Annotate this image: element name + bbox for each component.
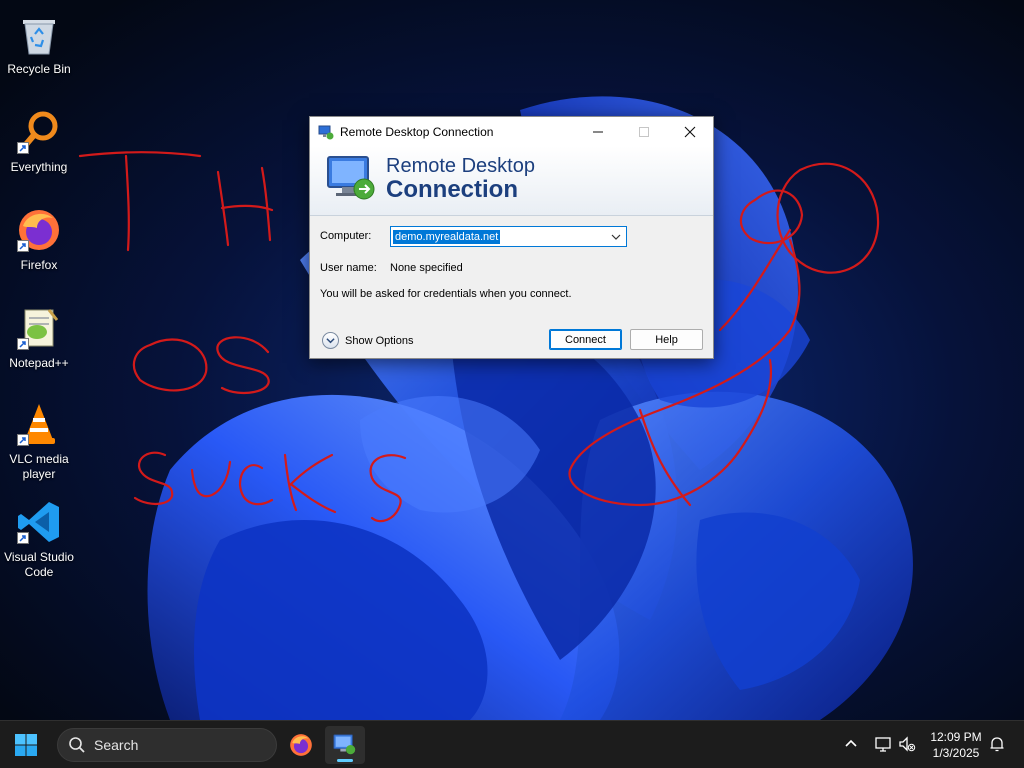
clock-date: 1/3/2025 xyxy=(932,746,980,760)
banner-title-line2: Connection xyxy=(386,176,518,203)
rdc-form: Computer: demo.myrealdata.net User name:… xyxy=(310,216,713,359)
desktop-icon-label: Visual Studio Code xyxy=(4,550,74,579)
running-indicator xyxy=(337,759,353,762)
minimize-button[interactable] xyxy=(575,117,621,146)
network-icon xyxy=(875,737,891,752)
desktop-icon-label: Firefox xyxy=(20,258,58,272)
computer-input-value[interactable]: demo.myrealdata.net xyxy=(393,229,501,244)
network-status-button[interactable] xyxy=(872,733,894,755)
windows-start-button[interactable] xyxy=(14,733,38,757)
notifications-button[interactable] xyxy=(986,733,1008,755)
vlc-icon xyxy=(15,400,63,448)
taskbar-search-box[interactable]: Search xyxy=(57,728,277,762)
username-label: User name: xyxy=(320,262,377,274)
rdc-banner: Remote Desktop Connection xyxy=(310,146,713,216)
close-button[interactable] xyxy=(667,117,713,146)
remote-desktop-connection-window: Remote Desktop Connection Remote Desktop… xyxy=(309,116,714,359)
remote-desktop-app-icon xyxy=(318,125,334,139)
desktop-wallpaper xyxy=(0,0,1024,720)
desktop-icon-firefox[interactable]: Firefox xyxy=(2,202,76,294)
banner-title-line1: Remote Desktop xyxy=(386,155,535,177)
desktop-icon-recycle-bin[interactable]: Recycle Bin xyxy=(2,6,76,98)
minimize-icon xyxy=(593,131,603,132)
notepad-plus-plus-icon xyxy=(15,304,63,352)
desktop-icon-label: Notepad++ xyxy=(9,356,69,370)
firefox-icon xyxy=(15,206,63,254)
maximize-button xyxy=(621,117,667,146)
bell-icon xyxy=(990,737,1004,752)
taskbar: Search 12:09 PM 1/3/2025 xyxy=(0,720,1024,768)
clock-time: 12:09 PM xyxy=(930,730,982,744)
desktop-icon-vlc[interactable]: VLC media player xyxy=(2,396,76,488)
shortcut-arrow-icon xyxy=(17,142,29,154)
chevron-down-icon[interactable] xyxy=(611,232,621,242)
speaker-muted-icon xyxy=(899,736,916,752)
everything-search-icon xyxy=(15,108,63,156)
connect-button[interactable]: Connect xyxy=(549,329,622,350)
expand-options-icon xyxy=(322,332,339,349)
desktop-icon-label: Recycle Bin xyxy=(7,62,71,76)
credentials-notice: You will be asked for credentials when y… xyxy=(320,288,572,300)
username-value: None specified xyxy=(390,262,463,274)
computer-label: Computer: xyxy=(320,230,372,242)
shortcut-arrow-icon xyxy=(17,532,29,544)
vscode-icon xyxy=(15,498,63,546)
help-button[interactable]: Help xyxy=(630,329,703,350)
taskbar-firefox-button[interactable] xyxy=(281,726,321,764)
show-hidden-icons-button[interactable] xyxy=(840,733,862,755)
shortcut-arrow-icon xyxy=(17,434,29,446)
desktop-icon-label: Everything xyxy=(10,160,68,174)
shortcut-arrow-icon xyxy=(17,338,29,350)
show-options-toggle[interactable]: Show Options xyxy=(322,332,413,349)
window-titlebar[interactable]: Remote Desktop Connection xyxy=(310,117,713,146)
show-options-label: Show Options xyxy=(345,334,414,347)
desktop-icon-vscode[interactable]: Visual Studio Code xyxy=(2,494,76,586)
close-icon xyxy=(684,126,696,137)
recycle-bin-icon xyxy=(15,10,63,58)
desktop-icon-label: VLC media player xyxy=(9,452,69,481)
remote-desktop-monitor-icon xyxy=(333,734,356,755)
chevron-up-icon xyxy=(845,739,857,747)
search-placeholder: Search xyxy=(94,737,139,753)
desktop-icon-notepad-plus-plus[interactable]: Notepad++ xyxy=(2,300,76,392)
maximize-icon xyxy=(639,126,649,137)
remote-desktop-monitor-icon xyxy=(327,156,375,200)
taskbar-clock[interactable]: 12:09 PM 1/3/2025 xyxy=(922,729,990,761)
computer-combobox[interactable]: demo.myrealdata.net xyxy=(390,226,627,247)
volume-button[interactable] xyxy=(896,733,918,755)
taskbar-remote-desktop-button[interactable] xyxy=(325,726,365,764)
firefox-icon xyxy=(290,734,312,756)
shortcut-arrow-icon xyxy=(17,240,29,252)
search-icon xyxy=(69,737,85,753)
desktop-icon-everything[interactable]: Everything xyxy=(2,104,76,196)
window-title: Remote Desktop Connection xyxy=(340,124,494,139)
